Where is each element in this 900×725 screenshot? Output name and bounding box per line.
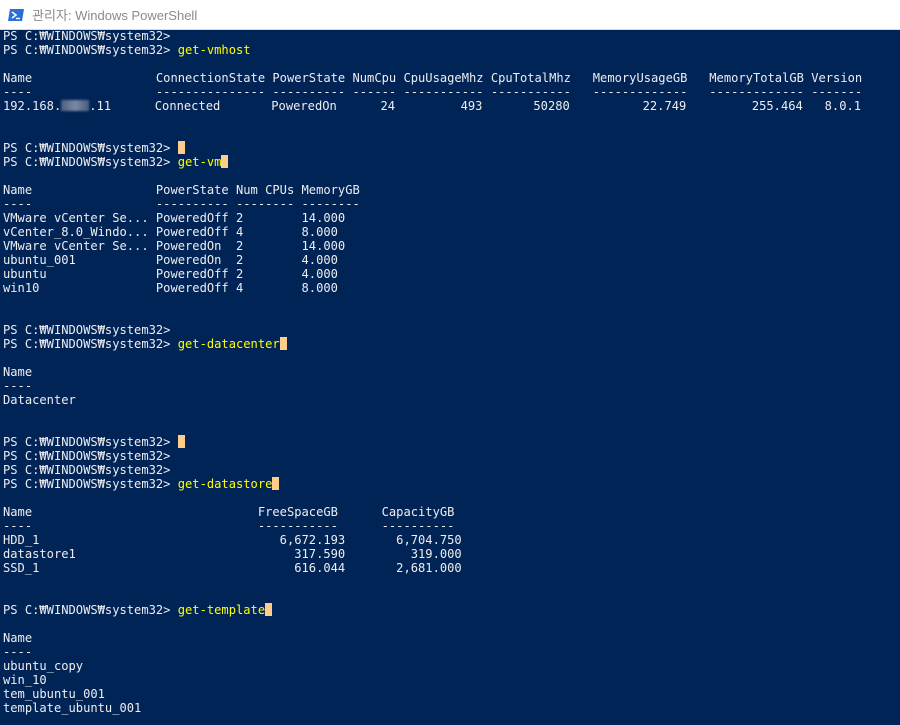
table-row: ubuntu_001 PoweredOn 2 4.000 <box>3 253 338 267</box>
table-separator: ---- --------------- ---------- ------ -… <box>3 85 863 99</box>
table-header: Name ConnectionState PowerState NumCpu C… <box>3 71 863 85</box>
table-header: Name <box>3 631 33 645</box>
text-cursor <box>265 603 273 616</box>
prompt-line: PS C:₩WINDOWS₩system32> <box>3 323 178 337</box>
table-row: win10 PoweredOff 4 8.000 <box>3 281 338 295</box>
table-header: Name <box>3 365 33 379</box>
text-cursor <box>279 337 287 350</box>
table-row: SSD_1 616.044 2,681.000 <box>3 561 462 575</box>
table-row: ubuntu PoweredOff 2 4.000 <box>3 267 338 281</box>
prompt-line: PS C:₩WINDOWS₩system32> <box>3 463 178 477</box>
prompt-line: PS C:₩WINDOWS₩system32> <box>3 141 185 155</box>
powershell-icon <box>8 8 24 22</box>
table-row: win_10 <box>3 673 47 687</box>
text-cursor <box>177 435 185 448</box>
redacted-ip-segment <box>61 100 90 111</box>
table-row: Datacenter <box>3 393 76 407</box>
text-cursor <box>177 141 185 154</box>
command-text: get-datacenter <box>177 337 280 351</box>
prompt-line: PS C:₩WINDOWS₩system32> get-template <box>3 603 273 617</box>
prompt-line: PS C:₩WINDOWS₩system32> <box>3 435 185 449</box>
text-cursor <box>221 155 229 168</box>
prompt-line: PS C:₩WINDOWS₩system32> <box>3 449 178 463</box>
table-separator: ---- ----------- ---------- <box>3 519 455 533</box>
table-row: vCenter_8.0_Windo... PoweredOff 4 8.000 <box>3 225 338 239</box>
prompt-line: PS C:₩WINDOWS₩system32> get-datacenter <box>3 337 287 351</box>
text-cursor <box>272 477 280 490</box>
table-header: Name PowerState Num CPUs MemoryGB <box>3 183 360 197</box>
table-row: VMware vCenter Se... PoweredOn 2 14.000 <box>3 239 346 253</box>
table-separator: ---- <box>3 379 33 393</box>
prompt-line: PS C:₩WINDOWS₩system32> get-datastore <box>3 477 280 491</box>
prompt-line: PS C:₩WINDOWS₩system32> <box>3 30 178 43</box>
console-output[interactable]: PS C:₩WINDOWS₩system32> PS C:₩WINDOWS₩sy… <box>0 30 900 725</box>
prompt-line: PS C:₩WINDOWS₩system32> get-vmhost <box>3 43 251 57</box>
table-row: 192.168. .11 Connected PoweredOn 24 493 5… <box>3 99 862 113</box>
table-row: tem_ubuntu_001 <box>3 687 105 701</box>
command-text: get-template <box>177 603 266 617</box>
window-title: 관리자: Windows PowerShell <box>32 8 198 23</box>
command-text: get-vm <box>177 155 222 169</box>
table-separator: ---- ---------- -------- -------- <box>3 197 360 211</box>
table-row: template_ubuntu_001 <box>3 701 142 715</box>
table-row: HDD_1 6,672.193 6,704.750 <box>3 533 462 547</box>
table-row: ubuntu_copy <box>3 659 84 673</box>
window-titlebar[interactable]: 관리자: Windows PowerShell <box>0 0 900 30</box>
command-text: get-vmhost <box>177 43 251 57</box>
table-row: datastore1 317.590 319.000 <box>3 547 462 561</box>
table-row: VMware vCenter Se... PoweredOff 2 14.000 <box>3 211 346 225</box>
table-separator: ---- <box>3 645 33 659</box>
table-header: Name FreeSpaceGB CapacityGB <box>3 505 455 519</box>
prompt-line: PS C:₩WINDOWS₩system32> get-vm <box>3 155 229 169</box>
command-text: get-datastore <box>177 477 273 491</box>
